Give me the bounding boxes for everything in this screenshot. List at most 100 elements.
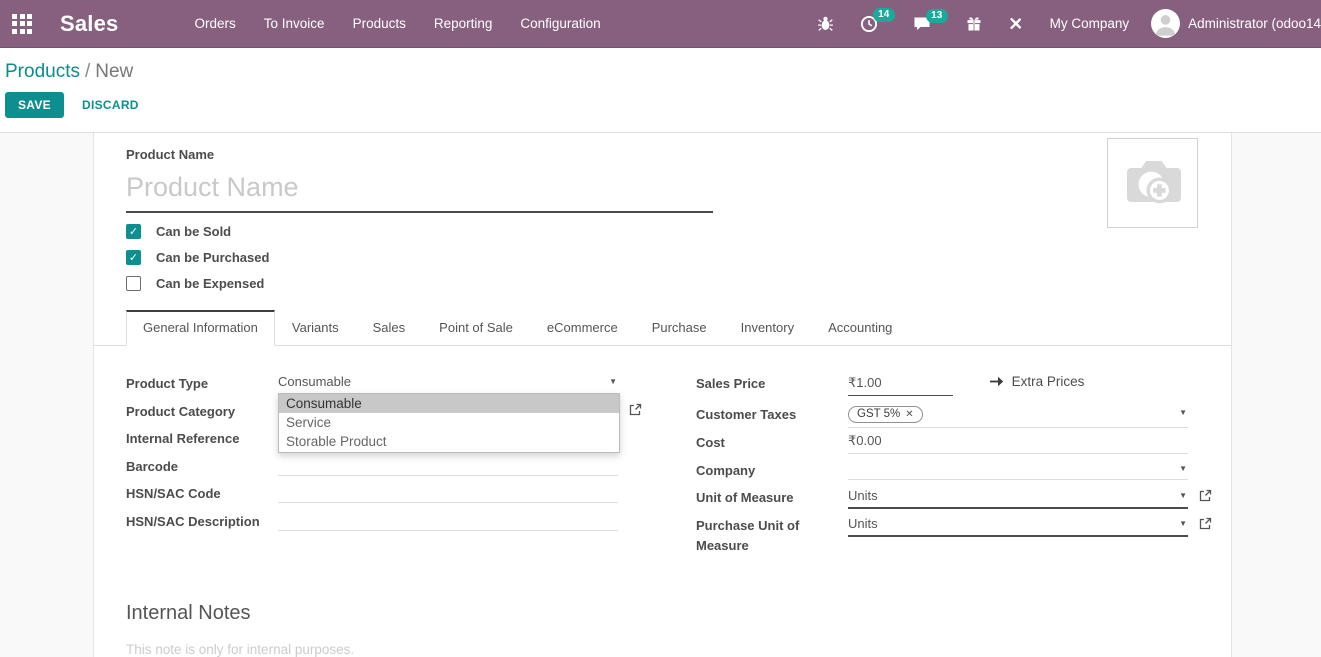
checkbox-label: Can be Purchased <box>156 250 269 265</box>
checkbox-can-be-expensed[interactable]: Can be Expensed <box>126 276 1231 291</box>
purchase-uom-label: Purchase Unit of Measure <box>696 511 848 556</box>
main-menu: Orders To Invoice Products Reporting Con… <box>181 1 615 46</box>
company-switcher[interactable]: My Company <box>1050 16 1130 31</box>
field-hsn-sac-code: HSN/SAC Code <box>126 479 618 507</box>
checkbox-label: Can be Expensed <box>156 276 264 291</box>
chevron-down-icon[interactable]: ▼ <box>1179 491 1187 500</box>
control-panel: Products/New SAVE DISCARD <box>0 48 1321 133</box>
chevron-down-icon[interactable]: ▼ <box>609 377 617 386</box>
activities-clock-icon[interactable]: 14 <box>860 15 878 33</box>
breadcrumb: Products/New <box>5 61 1321 83</box>
chevron-down-icon[interactable]: ▼ <box>1179 519 1187 528</box>
extra-prices-button[interactable]: Extra Prices <box>990 374 1085 389</box>
customer-taxes-label: Customer Taxes <box>696 400 848 425</box>
product-type-value: Consumable <box>278 374 351 389</box>
form-sheet: Product Name Can be Sold Can be Purchase… <box>93 133 1232 657</box>
breadcrumb-separator: / <box>80 61 95 82</box>
gift-icon[interactable] <box>966 15 982 32</box>
field-cost: Cost ₹0.00 <box>696 428 1188 456</box>
tab-point-of-sale[interactable]: Point of Sale <box>422 310 530 346</box>
user-name: Administrator (odoo14 <box>1188 16 1321 31</box>
checkbox-checked-icon[interactable] <box>126 224 141 239</box>
tab-accounting[interactable]: Accounting <box>811 310 909 346</box>
messages-count-badge[interactable]: 13 <box>926 9 948 23</box>
messages-chat-icon[interactable]: 13 <box>913 16 931 32</box>
checkbox-can-be-sold[interactable]: Can be Sold <box>126 224 1231 239</box>
menu-configuration[interactable]: Configuration <box>506 1 614 46</box>
hsn-sac-description-input[interactable] <box>278 507 618 531</box>
navbar-right: 14 13 My Company Administrator (odoo14 <box>804 9 1321 38</box>
uom-label: Unit of Measure <box>696 483 848 508</box>
extra-prices-label: Extra Prices <box>1012 374 1085 389</box>
sales-price-label: Sales Price <box>696 369 848 394</box>
hsn-sac-code-label: HSN/SAC Code <box>126 479 278 504</box>
remove-tag-icon[interactable] <box>905 409 913 420</box>
product-name-input[interactable] <box>126 162 713 213</box>
debug-bug-icon[interactable] <box>817 15 834 32</box>
tab-variants[interactable]: Variants <box>275 310 356 346</box>
product-type-select[interactable]: Consumable ▼ Consumable Service Storable… <box>278 369 618 395</box>
chevron-down-icon[interactable]: ▼ <box>1179 408 1187 417</box>
product-image-uploader[interactable] <box>1107 138 1198 228</box>
apps-menu-icon[interactable] <box>12 14 32 34</box>
tab-general-information[interactable]: General Information <box>126 310 275 346</box>
menu-products[interactable]: Products <box>339 1 420 46</box>
product-type-label: Product Type <box>126 369 278 394</box>
breadcrumb-products-link[interactable]: Products <box>5 61 80 82</box>
field-sales-price: Sales Price ₹1.00 Extra Prices <box>696 369 1188 400</box>
discard-button[interactable]: DISCARD <box>70 93 151 117</box>
form-buttons: SAVE DISCARD <box>5 92 1321 118</box>
right-column: Sales Price ₹1.00 Extra Prices Customer … <box>696 369 1188 556</box>
external-link-icon[interactable] <box>1199 517 1212 530</box>
field-barcode: Barcode <box>126 452 618 480</box>
tab-sales[interactable]: Sales <box>356 310 423 346</box>
company-input[interactable]: ▼ <box>848 456 1188 480</box>
barcode-input[interactable] <box>278 452 618 476</box>
external-link-icon[interactable] <box>629 403 642 416</box>
arrow-right-icon <box>990 376 1004 387</box>
option-consumable[interactable]: Consumable <box>279 394 619 413</box>
top-navbar: Sales Orders To Invoice Products Reporti… <box>0 0 1321 48</box>
tab-purchase[interactable]: Purchase <box>635 310 724 346</box>
barcode-label: Barcode <box>126 452 278 477</box>
field-purchase-unit-of-measure: Purchase Unit of Measure Units ▼ <box>696 511 1188 556</box>
chevron-down-icon[interactable]: ▼ <box>1179 464 1187 473</box>
uom-input[interactable]: Units ▼ <box>848 483 1188 509</box>
tab-inventory[interactable]: Inventory <box>724 310 811 346</box>
save-button[interactable]: SAVE <box>5 92 64 118</box>
purchase-uom-input[interactable]: Units ▼ <box>848 511 1188 537</box>
activities-count-badge[interactable]: 14 <box>873 8 895 22</box>
tab-ecommerce[interactable]: eCommerce <box>530 310 635 346</box>
hsn-sac-code-input[interactable] <box>278 479 618 503</box>
tools-icon[interactable] <box>1008 16 1023 31</box>
external-link-icon[interactable] <box>1199 489 1212 502</box>
checkbox-unchecked-icon[interactable] <box>126 276 141 291</box>
field-hsn-sac-description: HSN/SAC Description <box>126 507 618 535</box>
notebook-tabs: General Information Variants Sales Point… <box>93 310 1231 346</box>
customer-taxes-input[interactable]: GST 5% ▼ <box>848 400 1188 428</box>
menu-orders[interactable]: Orders <box>181 1 250 46</box>
field-customer-taxes: Customer Taxes GST 5% ▼ <box>696 400 1188 428</box>
user-menu[interactable]: Administrator (odoo14 <box>1151 9 1321 38</box>
internal-reference-label: Internal Reference <box>126 424 278 449</box>
checkbox-can-be-purchased[interactable]: Can be Purchased <box>126 250 1231 265</box>
app-title[interactable]: Sales <box>60 11 119 37</box>
cost-label: Cost <box>696 428 848 453</box>
menu-reporting[interactable]: Reporting <box>420 1 507 46</box>
menu-to-invoice[interactable]: To Invoice <box>250 1 339 46</box>
product-type-dropdown: Consumable Service Storable Product <box>278 393 620 453</box>
internal-notes-textarea[interactable]: This note is only for internal purposes. <box>126 642 1231 657</box>
company-label: Company <box>696 456 848 481</box>
option-storable-product[interactable]: Storable Product <box>279 433 619 452</box>
checkbox-label: Can be Sold <box>156 224 231 239</box>
cost-input[interactable]: ₹0.00 <box>848 428 1188 454</box>
tax-tag[interactable]: GST 5% <box>848 406 923 423</box>
checkbox-checked-icon[interactable] <box>126 250 141 265</box>
field-company: Company ▼ <box>696 456 1188 484</box>
sales-price-input[interactable]: ₹1.00 <box>848 375 953 396</box>
form-view: Product Name Can be Sold Can be Purchase… <box>0 133 1321 657</box>
internal-notes-title: Internal Notes <box>126 602 1231 625</box>
breadcrumb-current: New <box>95 61 133 82</box>
product-category-label: Product Category <box>126 397 278 422</box>
option-service[interactable]: Service <box>279 413 619 432</box>
